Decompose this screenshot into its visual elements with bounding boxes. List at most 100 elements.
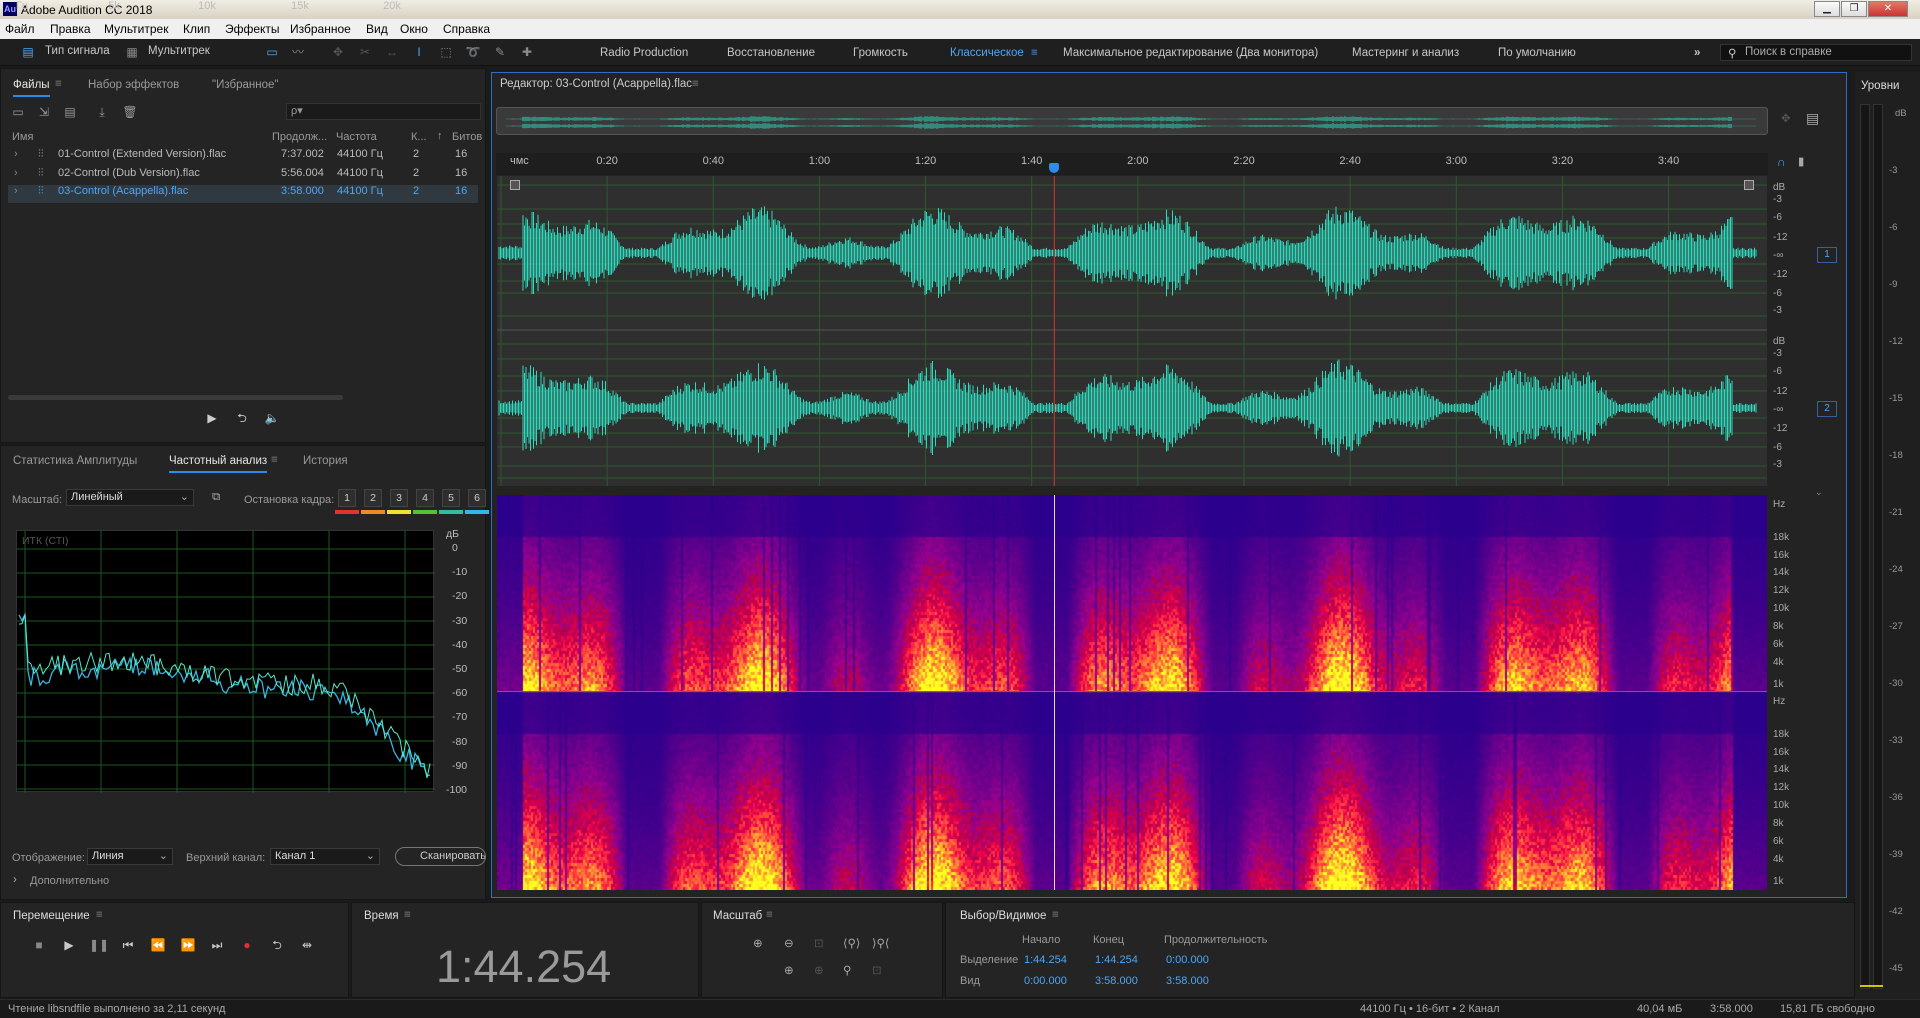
- column-name[interactable]: Имя: [12, 131, 33, 143]
- delete-icon[interactable]: 🗑: [122, 104, 138, 120]
- tab-history[interactable]: История: [303, 455, 348, 467]
- frequency-graph[interactable]: ИТК (СТI): [16, 530, 435, 793]
- channel-dropdown[interactable]: Канал 1 ⌄: [270, 848, 380, 865]
- time-ruler[interactable]: чмс 0:20 0:40 1:00 1:20 1:40 2:00 2:20 2:40 3:00…: [496, 153, 1768, 175]
- workspace-menu-icon[interactable]: ≡: [1031, 47, 1038, 59]
- zoom-out-full-icon[interactable]: ⚲: [843, 963, 851, 977]
- spectral-display[interactable]: [497, 495, 1767, 890]
- files-search-input[interactable]: ρ▾: [286, 103, 481, 120]
- play-preview-icon[interactable]: ▶: [204, 410, 220, 426]
- channel-2-toggle[interactable]: 2: [1817, 401, 1837, 417]
- brush-tool-icon[interactable]: ✎: [492, 44, 508, 60]
- slip-tool-icon[interactable]: ↔: [384, 44, 400, 60]
- menu-edit[interactable]: Правка: [50, 22, 91, 36]
- play-button[interactable]: ▶: [58, 936, 80, 954]
- zoom-in-amplitude-icon[interactable]: ⊕: [753, 936, 763, 950]
- help-search-input[interactable]: Поиск в справке: [1720, 44, 1912, 61]
- multitrack-mode-button[interactable]: Мультитрек: [148, 45, 210, 57]
- freeze-slot-4[interactable]: 4: [416, 489, 434, 507]
- freeze-slot-6[interactable]: 6: [468, 489, 486, 507]
- advanced-label[interactable]: Дополнительно: [30, 875, 109, 887]
- maximize-button[interactable]: ❐: [1841, 1, 1867, 17]
- expand-icon[interactable]: ›: [14, 167, 18, 179]
- tab-favorites[interactable]: "Избранное": [212, 79, 278, 91]
- loop-playback-button[interactable]: ⮌: [266, 936, 288, 954]
- expand-icon[interactable]: ›: [14, 148, 18, 160]
- tab-amplitude-statistics[interactable]: Статистика Амплитуды: [13, 455, 137, 467]
- view-duration[interactable]: 3:58.000: [1166, 975, 1209, 987]
- waveform-display[interactable]: [497, 176, 1767, 486]
- menu-effects[interactable]: Эффекты: [225, 22, 280, 36]
- menu-favorites[interactable]: Избранное: [290, 22, 351, 36]
- loop-preview-icon[interactable]: ⮌: [234, 410, 250, 426]
- menu-file[interactable]: Файл: [5, 22, 35, 36]
- panel-menu-icon[interactable]: ≡: [271, 454, 278, 466]
- selection-end[interactable]: 1:44.254: [1095, 954, 1138, 966]
- playhead-handle[interactable]: [1049, 163, 1060, 173]
- time-panel-menu-icon[interactable]: ≡: [404, 909, 411, 921]
- collapse-icon[interactable]: ⌄: [1815, 487, 1823, 498]
- freeze-slot-3[interactable]: 3: [390, 489, 408, 507]
- workspace-restoration[interactable]: Восстановление: [727, 47, 815, 59]
- zoom-selection-icon[interactable]: ⊡: [814, 936, 824, 950]
- open-file-icon[interactable]: ▭: [10, 104, 26, 120]
- editor-menu-icon[interactable]: ≡: [692, 78, 699, 90]
- overview-navigator[interactable]: [496, 107, 1768, 135]
- scan-button[interactable]: Сканировать: [395, 847, 486, 866]
- column-duration[interactable]: Продолж...: [272, 131, 327, 143]
- minimize-button[interactable]: ▁: [1814, 1, 1840, 17]
- workspace-mastering[interactable]: Мастеринг и анализ: [1352, 47, 1459, 59]
- zoom-out-amplitude-icon[interactable]: ⊖: [784, 936, 794, 950]
- tab-files[interactable]: Файлы: [13, 79, 50, 97]
- workspace-default[interactable]: По умолчанию: [1498, 47, 1576, 59]
- spot-healing-icon[interactable]: ✚: [519, 44, 535, 60]
- transport-menu-icon[interactable]: ≡: [96, 909, 103, 921]
- more-workspaces-icon[interactable]: »: [1694, 47, 1700, 59]
- scale-dropdown[interactable]: Линейный ⌄: [66, 489, 194, 506]
- fast-forward-button[interactable]: ⏩: [177, 936, 199, 954]
- record-button[interactable]: ●: [236, 936, 258, 954]
- expand-advanced-icon[interactable]: ›: [13, 874, 17, 886]
- zoom-panel-menu-icon[interactable]: ≡: [766, 909, 773, 921]
- go-to-start-button[interactable]: ⏮: [117, 936, 139, 954]
- column-channels[interactable]: К...: [411, 131, 427, 143]
- display-dropdown[interactable]: Линия ⌄: [87, 848, 173, 865]
- file-row[interactable]: › ⫶⫶ 02-Control (Dub Version).flac 5:56.…: [8, 167, 478, 185]
- freeze-slot-2[interactable]: 2: [364, 489, 382, 507]
- column-rate[interactable]: Частота: [336, 131, 377, 143]
- zoom-to-selection-icon[interactable]: ✥: [1781, 111, 1791, 125]
- channel-1-toggle[interactable]: 1: [1817, 247, 1837, 263]
- marquee-tool-icon[interactable]: ⬚: [438, 44, 454, 60]
- waveform-display-icon[interactable]: ▭: [264, 44, 280, 60]
- expand-icon[interactable]: ›: [14, 185, 18, 197]
- zoom-in-time-icon[interactable]: ⟨⚲⟩: [843, 936, 860, 950]
- fade-out-handle[interactable]: [1744, 180, 1754, 190]
- move-tool-icon[interactable]: ✥: [330, 44, 346, 60]
- files-panel-menu-icon[interactable]: ≡: [55, 78, 62, 90]
- zoom-out-time-icon[interactable]: ⟩⚲⟨: [872, 936, 889, 950]
- razor-tool-icon[interactable]: ✂: [357, 44, 373, 60]
- new-file-icon[interactable]: ▤: [62, 104, 78, 120]
- tab-frequency-analysis[interactable]: Частотный анализ: [169, 455, 268, 473]
- workspace-classic[interactable]: Классическое: [950, 47, 1024, 59]
- rewind-button[interactable]: ⏪: [147, 936, 169, 954]
- skip-selection-button[interactable]: ⇹: [296, 936, 318, 954]
- stop-button[interactable]: ■: [28, 936, 50, 954]
- selection-panel-menu-icon[interactable]: ≡: [1052, 909, 1059, 921]
- column-bits[interactable]: Битов: [452, 131, 482, 143]
- time-selection-tool-icon[interactable]: I: [411, 44, 427, 60]
- workspace-max-editing[interactable]: Максимальное редактирование (Два монитор…: [1063, 47, 1318, 59]
- view-end[interactable]: 3:58.000: [1095, 975, 1138, 987]
- waveform-mode-button[interactable]: Тип сигнала: [45, 45, 110, 57]
- zoom-reset-icon[interactable]: ⊡: [872, 963, 882, 977]
- view-start[interactable]: 0:00.000: [1024, 975, 1067, 987]
- go-to-end-button[interactable]: ⏭: [206, 936, 228, 954]
- tab-effects-rack[interactable]: Набор эффектов: [88, 79, 179, 91]
- file-row-selected[interactable]: › ⫶⫶ 03-Control (Acappella).flac 3:58.00…: [8, 185, 478, 203]
- copy-icon[interactable]: ⧉: [212, 491, 220, 504]
- import-file-icon[interactable]: ⇲: [36, 104, 52, 120]
- file-row[interactable]: › ⫶⫶ 01-Control (Extended Version).flac …: [8, 148, 478, 166]
- freeze-slot-5[interactable]: 5: [442, 489, 460, 507]
- sort-arrow-icon[interactable]: ↑: [437, 130, 443, 142]
- pause-button[interactable]: ❚❚: [88, 936, 110, 954]
